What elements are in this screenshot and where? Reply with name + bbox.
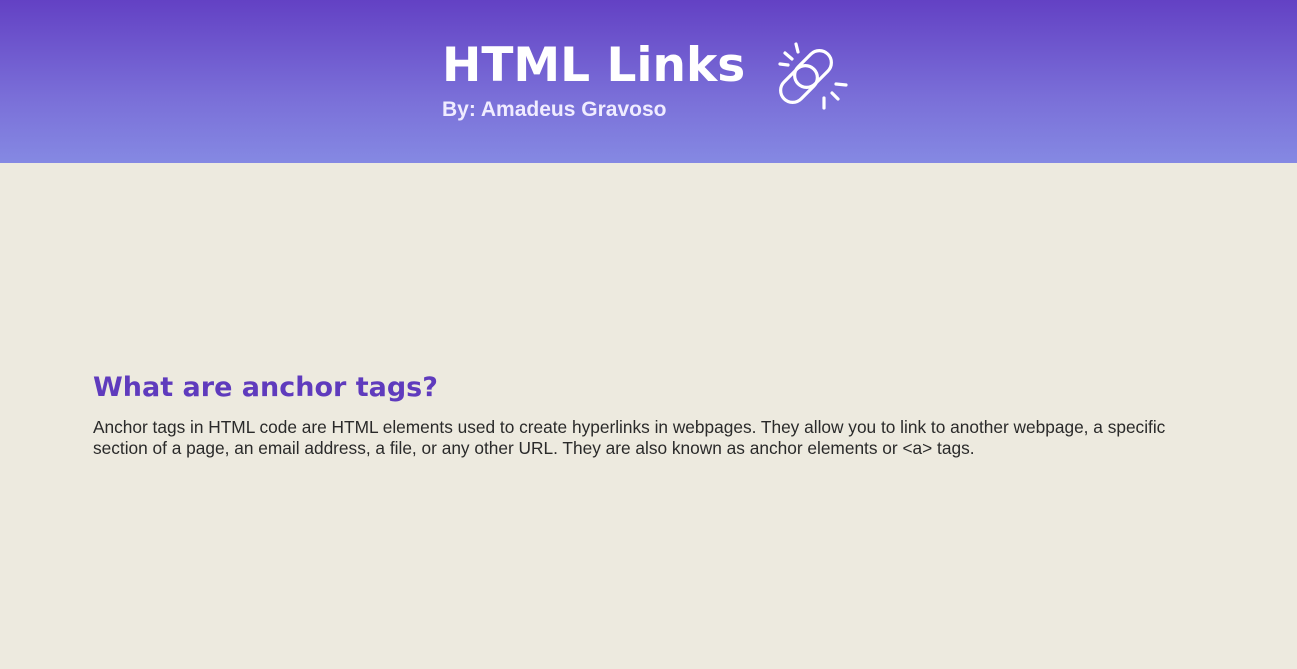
page-title: HTML Links (442, 38, 746, 93)
main-content: What are anchor tags? Anchor tags in HTM… (93, 372, 1203, 459)
author-byline: By: Amadeus Gravoso (442, 98, 667, 121)
broken-chain-link-icon (778, 42, 848, 110)
page-header: HTML Links By: Amadeus Gravoso (0, 0, 1297, 163)
section-heading: What are anchor tags? (93, 372, 438, 403)
section-paragraph: Anchor tags in HTML code are HTML elemen… (93, 417, 1166, 458)
